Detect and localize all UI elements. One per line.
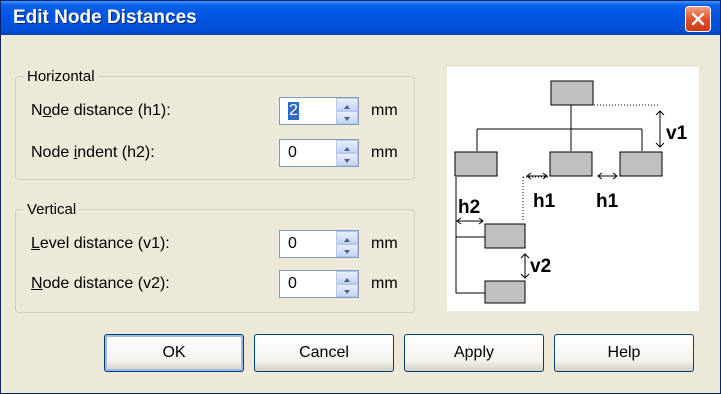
node-distance-h1-input[interactable]: 2 — [288, 102, 299, 120]
node-indent-h2-unit: mm — [371, 144, 398, 161]
indented-node-1 — [484, 223, 526, 249]
triangle-down-icon — [344, 117, 350, 121]
vertical-legend: Vertical — [24, 201, 80, 218]
node-distance-h1-spinner[interactable]: 2 — [279, 97, 359, 125]
spin-up-button[interactable] — [336, 98, 358, 111]
v1-label: v1 — [666, 123, 688, 144]
node-distance-v2-unit: mm — [371, 275, 398, 292]
h1-label-b: h1 — [596, 191, 619, 212]
cancel-button[interactable]: Cancel — [254, 334, 394, 372]
spin-up-button[interactable] — [336, 271, 358, 284]
spin-down-button[interactable] — [336, 284, 358, 297]
dialog-title: Edit Node Distances — [13, 7, 197, 28]
spin-up-button[interactable] — [336, 140, 358, 153]
triangle-down-icon — [344, 159, 350, 163]
spin-down-button[interactable] — [336, 153, 358, 166]
distance-preview-diagram: v1 h1 h1 h2 v2 — [447, 67, 699, 311]
h2-label: h2 — [458, 197, 480, 218]
root-node — [550, 80, 594, 106]
title-bar[interactable]: Edit Node Distances — [1, 1, 720, 35]
level-distance-v1-input[interactable]: 0 — [288, 235, 297, 253]
child-node-3 — [619, 151, 663, 177]
horizontal-legend: Horizontal — [24, 68, 98, 85]
node-indent-h2-spinner[interactable]: 0 — [279, 139, 359, 167]
indented-node-2 — [484, 280, 526, 304]
child-node-1 — [454, 151, 498, 177]
child-node-2 — [549, 151, 593, 177]
ok-button[interactable]: OK — [104, 334, 244, 372]
node-indent-h2-label: Node indent (h2): — [31, 144, 155, 161]
close-button[interactable] — [685, 6, 711, 32]
edit-node-distances-dialog: Edit Node Distances Horizontal Node dist… — [0, 0, 721, 394]
close-icon — [691, 12, 705, 26]
apply-button[interactable]: Apply — [404, 334, 544, 372]
spin-down-button[interactable] — [336, 111, 358, 124]
node-indent-h2-input[interactable]: 0 — [288, 144, 297, 162]
node-distance-v2-input[interactable]: 0 — [288, 275, 297, 293]
triangle-down-icon — [344, 290, 350, 294]
node-distance-v2-label: Node distance (v2): — [31, 275, 170, 292]
spin-up-button[interactable] — [336, 231, 358, 244]
node-distance-v2-spinner[interactable]: 0 — [279, 270, 359, 298]
node-distance-h1-label: Node distance (h1): — [31, 102, 171, 119]
level-distance-v1-label: Level distance (v1): — [31, 235, 170, 252]
h1-label-a: h1 — [533, 191, 556, 212]
v2-label: v2 — [530, 256, 551, 277]
help-button[interactable]: Help — [554, 334, 694, 372]
triangle-down-icon — [344, 250, 350, 254]
spin-down-button[interactable] — [336, 244, 358, 257]
level-distance-v1-unit: mm — [371, 235, 398, 252]
node-distance-h1-unit: mm — [371, 102, 398, 119]
level-distance-v1-spinner[interactable]: 0 — [279, 230, 359, 258]
tree-diagram: v1 h1 h1 h2 v2 — [454, 80, 688, 304]
